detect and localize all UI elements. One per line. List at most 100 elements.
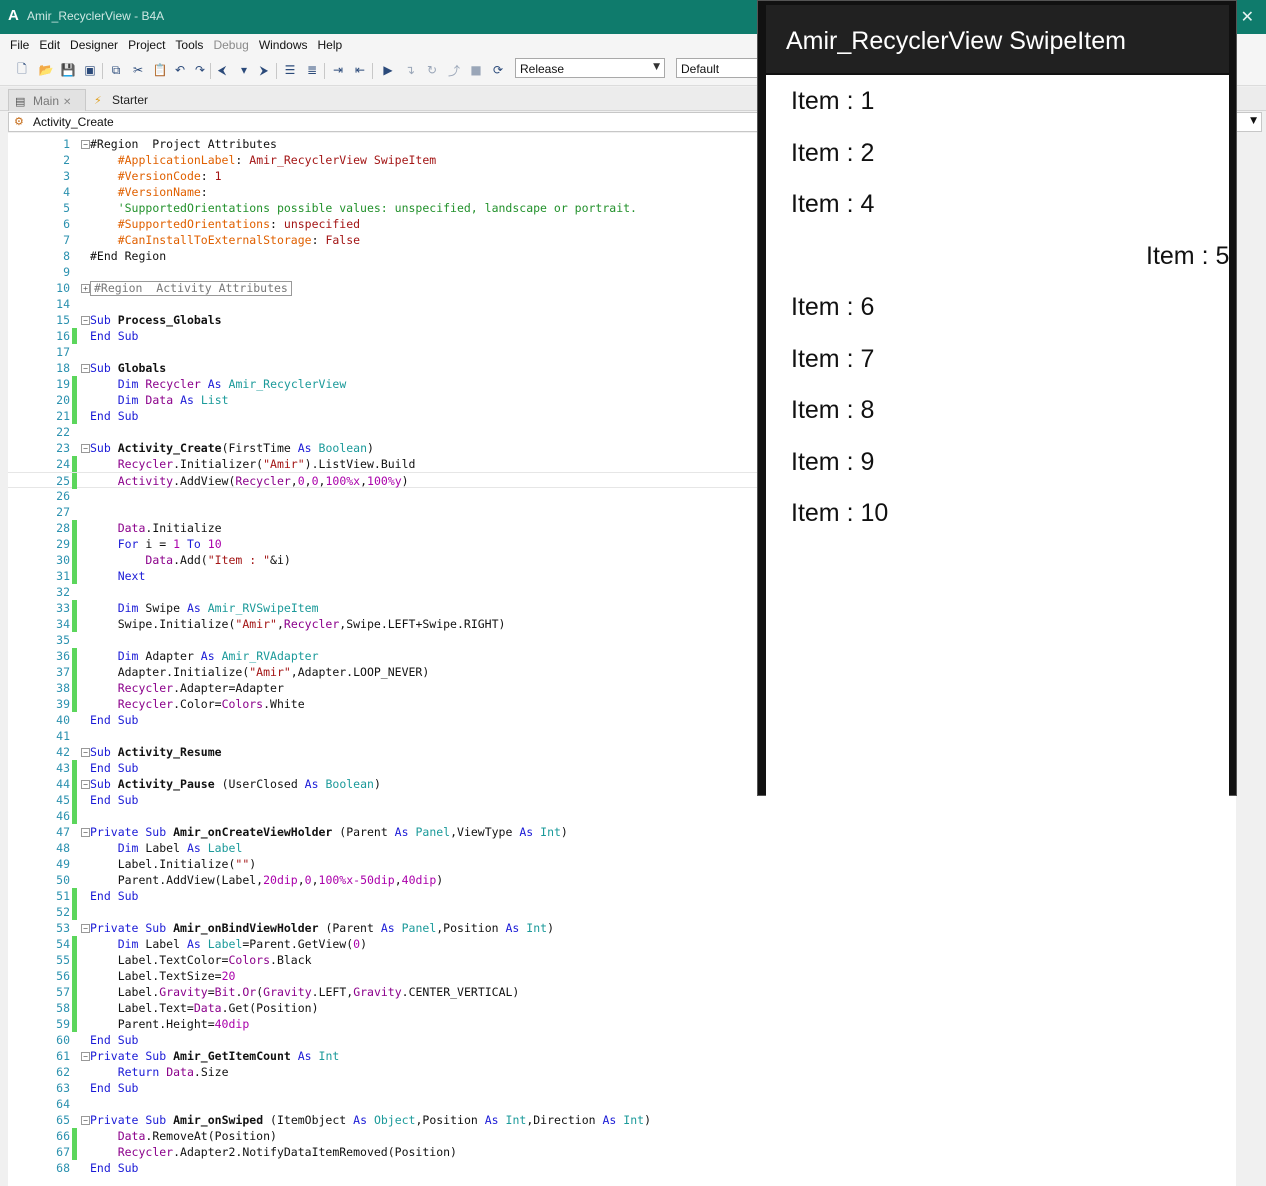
window-title: Amir_RecyclerView - B4A (27, 9, 165, 23)
code-text: #Region Activity Attributes (90, 281, 292, 296)
indent-icon[interactable]: ☰ (282, 62, 298, 78)
collapse-icon[interactable]: − (81, 748, 90, 757)
undo-icon[interactable]: ↶ (172, 62, 188, 78)
code-line[interactable]: 56 Label.TextSize=20 (8, 968, 1236, 984)
code-line[interactable]: 55 Label.TextColor=Colors.Black (8, 952, 1236, 968)
recycler-item[interactable]: Item : 9 (791, 448, 874, 488)
paste-icon[interactable]: 📋 (152, 62, 168, 78)
line-number: 1 (63, 137, 70, 151)
tab-main-label: Main (33, 94, 60, 108)
code-line[interactable]: 60 End Sub (8, 1032, 1236, 1048)
chevron-down-icon: ▼ (653, 62, 660, 72)
code-text: Dim Adapter As Amir_RVAdapter (117, 649, 319, 663)
navigate-forward-icon[interactable]: ⮞ (256, 62, 272, 78)
menu-tools[interactable]: Tools (171, 34, 207, 56)
code-line[interactable]: 49 Label.Initialize("") (8, 856, 1236, 872)
collapse-icon[interactable]: − (81, 364, 90, 373)
new-file-icon[interactable]: 🗋 (14, 62, 30, 78)
code-line[interactable]: 68 End Sub (8, 1160, 1236, 1176)
code-line[interactable]: 54 Dim Label As Label=Parent.GetView(0) (8, 936, 1236, 952)
device-config-value: Default (681, 62, 720, 76)
code-line[interactable]: 52 (8, 904, 1236, 920)
code-line[interactable]: 58 Label.Text=Data.Get(Position) (8, 1000, 1236, 1016)
code-line[interactable]: 66 Data.RemoveAt(Position) (8, 1128, 1236, 1144)
menu-debug[interactable]: Debug (209, 34, 252, 56)
editor-scrollbar[interactable] (1236, 133, 1266, 1186)
recycler-item[interactable]: Item : 10 (791, 499, 888, 539)
uncomment-block-icon[interactable]: ⇤ (352, 62, 368, 78)
code-line[interactable]: 53 − Private Sub Amir_onBindViewHolder (Pa… (8, 920, 1236, 936)
step-out-icon[interactable]: ⤴ (446, 62, 462, 78)
open-folder-icon[interactable]: 📂 (38, 62, 54, 78)
tab-starter[interactable]: ⚡ Starter (88, 89, 158, 111)
menu-file[interactable]: File (6, 34, 33, 56)
restart-icon[interactable]: ⟳ (490, 62, 506, 78)
code-line[interactable]: 62 Return Data.Size (8, 1064, 1236, 1080)
code-line[interactable]: 64 (8, 1096, 1236, 1112)
recycler-item[interactable]: Item : 5 (1146, 242, 1229, 282)
menu-designer[interactable]: Designer (66, 34, 122, 56)
toolbar-separator (324, 63, 325, 79)
code-line[interactable]: 59 Parent.Height=40dip (8, 1016, 1236, 1032)
close-icon[interactable]: ✕ (1241, 7, 1254, 26)
code-line[interactable]: 61 − Private Sub Amir_GetItemCount As Int (8, 1048, 1236, 1064)
cut-icon[interactable]: ✂ (130, 62, 146, 78)
line-number: 29 (56, 537, 70, 551)
line-number: 47 (56, 825, 70, 839)
line-number: 8 (63, 249, 70, 263)
save-all-icon[interactable]: ▣ (82, 62, 98, 78)
code-line[interactable]: 65 − Private Sub Amir_onSwiped (ItemObject… (8, 1112, 1236, 1128)
copy-icon[interactable]: ⧉ (108, 62, 124, 78)
lightning-icon: ⚡ (94, 94, 102, 107)
menu-help[interactable]: Help (314, 34, 347, 56)
dropdown-arrow-icon[interactable]: ▾ (236, 62, 252, 78)
tab-main[interactable]: ▤ Main ✕ (8, 89, 86, 111)
collapse-icon[interactable]: − (81, 924, 90, 933)
code-line[interactable]: 63 End Sub (8, 1080, 1236, 1096)
menu-windows[interactable]: Windows (255, 34, 312, 56)
code-text: 'SupportedOrientations possible values: … (117, 201, 637, 215)
recycler-item[interactable]: Item : 7 (791, 345, 874, 385)
recycler-item[interactable]: Item : 8 (791, 396, 874, 436)
recycler-item[interactable]: Item : 2 (791, 139, 874, 179)
recycler-view[interactable]: Item : 1 Item : 2 Item : 4 Item : 5 Item : 6… (766, 75, 1229, 797)
collapse-icon[interactable]: − (81, 780, 90, 789)
expand-icon[interactable]: + (81, 284, 90, 293)
code-line[interactable]: 48 Dim Label As Label (8, 840, 1236, 856)
code-text: Activity.AddView(Recycler,0,0,100%x,100%… (117, 474, 409, 488)
redo-icon[interactable]: ↷ (192, 62, 208, 78)
collapse-icon[interactable]: − (81, 1052, 90, 1061)
menu-project[interactable]: Project (124, 34, 169, 56)
run-icon[interactable]: ▶ (380, 62, 396, 78)
build-config-select[interactable]: Release ▼ (515, 58, 665, 78)
step-in-icon[interactable]: ↴ (402, 62, 418, 78)
collapse-icon[interactable]: − (81, 1116, 90, 1125)
recycler-item[interactable]: Item : 4 (791, 190, 874, 230)
code-line[interactable]: 47 − Private Sub Amir_onCreateViewHolder (… (8, 824, 1236, 840)
menu-edit[interactable]: Edit (35, 34, 64, 56)
code-line[interactable]: 50 Parent.AddView(Label,20dip,0,100%x-50… (8, 872, 1236, 888)
line-number: 44 (56, 777, 70, 791)
code-line[interactable]: 57 Label.Gravity=Bit.Or(Gravity.LEFT,Gra… (8, 984, 1236, 1000)
code-line[interactable]: 25 Activity.AddView(Recycler,0,0,100%x,1… (8, 472, 758, 489)
close-icon[interactable]: ✕ (63, 97, 71, 108)
outdent-icon[interactable]: ≣ (304, 62, 320, 78)
step-over-icon[interactable]: ↻ (424, 62, 440, 78)
collapse-icon[interactable]: − (81, 316, 90, 325)
navigate-back-icon[interactable]: ⮜ (214, 62, 230, 78)
collapse-icon[interactable]: − (81, 140, 90, 149)
comment-block-icon[interactable]: ⇥ (330, 62, 346, 78)
stop-icon[interactable]: ■ (468, 62, 484, 78)
collapse-icon[interactable]: − (81, 828, 90, 837)
change-marker (72, 696, 77, 712)
code-text: Recycler.Color=Colors.White (117, 697, 305, 711)
b4a-app-icon: A (8, 7, 19, 24)
code-line[interactable]: 46 (8, 808, 1236, 824)
recycler-item[interactable]: Item : 1 (791, 87, 874, 127)
code-line[interactable]: 51 End Sub (8, 888, 1236, 904)
collapse-icon[interactable]: − (81, 444, 90, 453)
code-line[interactable]: 67 Recycler.Adapter2.NotifyDataItemRemov… (8, 1144, 1236, 1160)
recycler-item[interactable]: Item : 6 (791, 293, 874, 333)
save-icon[interactable]: 💾 (60, 62, 76, 78)
device-config-select[interactable]: Default (676, 58, 758, 78)
